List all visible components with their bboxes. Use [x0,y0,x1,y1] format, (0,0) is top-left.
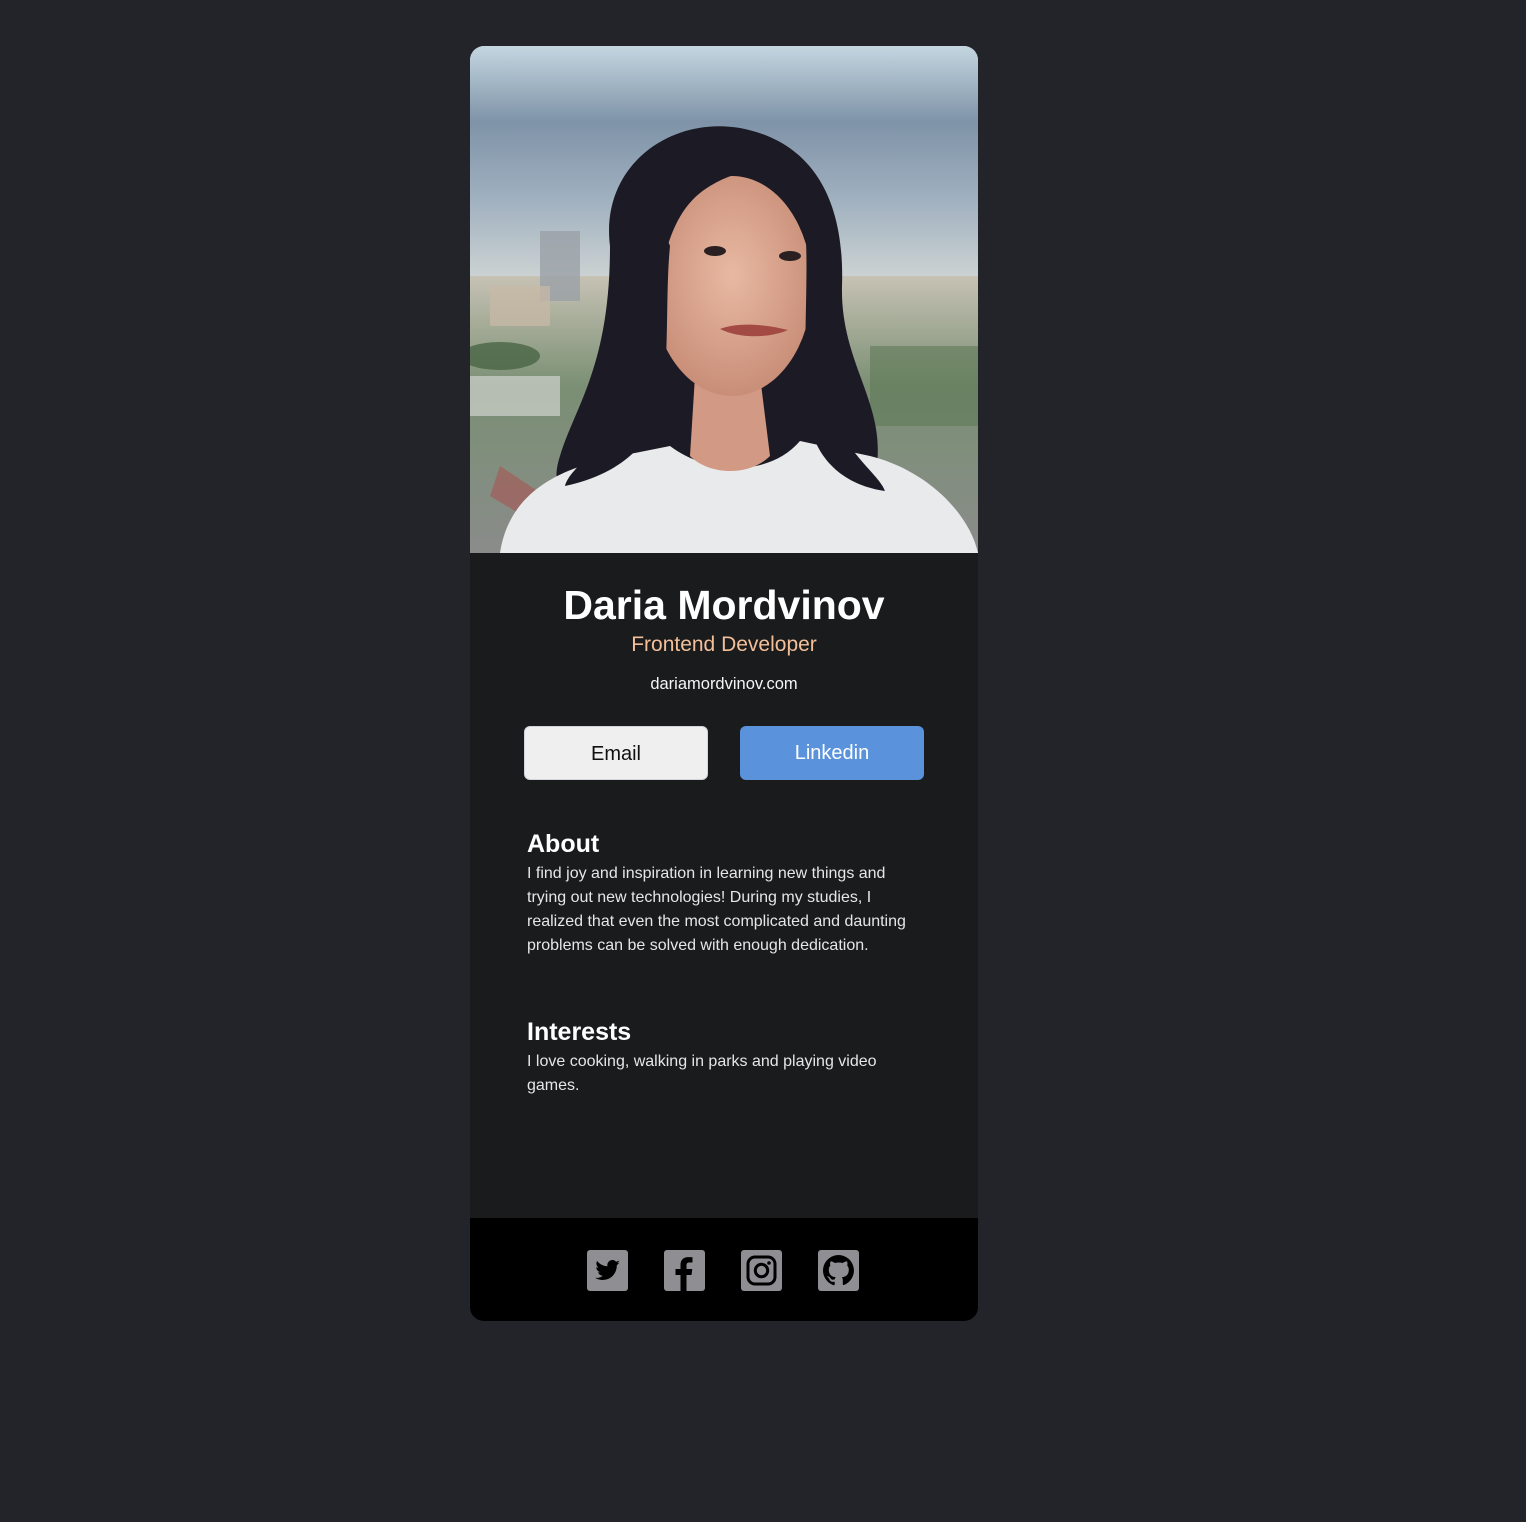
website-link[interactable]: dariamordvinov.com [470,674,978,694]
profile-card: Daria Mordvinov Frontend Developer daria… [470,46,978,1321]
profile-photo [470,46,978,553]
about-heading: About [527,830,600,858]
profile-name: Daria Mordvinov [563,582,885,628]
email-button[interactable]: Email [524,726,708,780]
twitter-icon[interactable] [587,1250,628,1291]
interests-text: I love cooking, walking in parks and pla… [527,1053,877,1094]
profile-title: Frontend Developer [631,633,817,656]
profile-content: Daria Mordvinov Frontend Developer daria… [470,553,978,1218]
about-section: About I find joy and inspiration in lear… [527,829,927,958]
instagram-icon[interactable] [741,1250,782,1291]
linkedin-button[interactable]: Linkedin [740,726,924,780]
social-footer [470,1218,978,1321]
interests-section: Interests I love cooking, walking in par… [527,1017,927,1098]
interests-heading: Interests [527,1018,632,1046]
github-icon[interactable] [818,1250,859,1291]
about-text: I find joy and inspiration in learning n… [527,865,906,954]
facebook-icon[interactable] [664,1250,705,1291]
